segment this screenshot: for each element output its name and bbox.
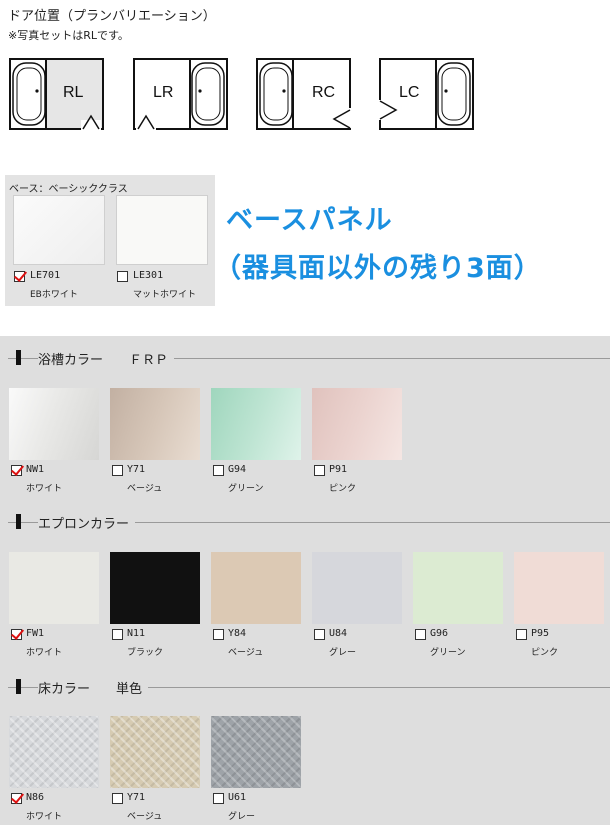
apron-color-label: エプロンカラー	[38, 513, 136, 532]
swatch-g96[interactable]	[413, 552, 503, 624]
swatch-n86[interactable]	[9, 716, 99, 788]
plan-rl-diagram	[9, 58, 104, 131]
name-le301: マットホワイト	[133, 290, 197, 300]
code-n86: N86	[26, 792, 45, 803]
swatch-p91[interactable]	[312, 388, 402, 460]
checkbox-y71-floor[interactable]	[112, 793, 123, 804]
code-u61: U61	[228, 792, 247, 803]
checkbox-g96[interactable]	[415, 629, 426, 640]
name-y71-tub: ベージュ	[127, 484, 163, 494]
name-nw1: ホワイト	[26, 484, 63, 494]
section-marker	[16, 679, 21, 694]
section-marker	[16, 350, 21, 365]
checkbox-g94[interactable]	[213, 465, 224, 476]
floor-color-header: 床カラー 単色	[8, 677, 610, 697]
checkbox-le701[interactable]	[14, 271, 25, 282]
code-y71-floor: Y71	[127, 792, 146, 803]
checkbox-nw1[interactable]	[11, 465, 22, 476]
plan-rc: RC	[256, 58, 352, 130]
swatch-le701[interactable]	[13, 195, 105, 265]
checkbox-y71-tub[interactable]	[112, 465, 123, 476]
code-le701: LE701	[30, 270, 61, 281]
checkbox-fw1[interactable]	[11, 629, 22, 640]
code-n11: N11	[127, 628, 146, 639]
code-g94: G94	[228, 464, 247, 475]
base-class-label: ベース：ベーシッククラス	[9, 184, 128, 195]
apron-color-header: エプロンカラー	[8, 512, 610, 532]
swatch-y71-floor[interactable]	[110, 716, 200, 788]
plan-lr: LR	[133, 58, 228, 131]
code-nw1: NW1	[26, 464, 45, 475]
swatch-y84[interactable]	[211, 552, 301, 624]
name-n86: ホワイト	[26, 812, 63, 822]
name-p95: ピンク	[531, 648, 559, 658]
swatch-y71-tub[interactable]	[110, 388, 200, 460]
plan-lc: LC	[378, 58, 474, 130]
swatch-fw1[interactable]	[9, 552, 99, 624]
code-fw1: FW1	[26, 628, 45, 639]
checkbox-n11[interactable]	[112, 629, 123, 640]
door-position-note: ※写真セットはRLです。	[8, 29, 129, 42]
name-g96: グリーン	[430, 648, 466, 658]
code-y71-tub: Y71	[127, 464, 146, 475]
plan-lc-label: LC	[399, 84, 420, 101]
code-le301: LE301	[133, 270, 164, 281]
checkbox-y84[interactable]	[213, 629, 224, 640]
plan-lc-diagram	[378, 58, 474, 130]
name-u84: グレー	[329, 648, 357, 658]
code-u84: U84	[329, 628, 348, 639]
checkbox-p95[interactable]	[516, 629, 527, 640]
plan-rl-label: RL	[63, 84, 84, 101]
swatch-u61[interactable]	[211, 716, 301, 788]
floor-color-label: 床カラー 単色	[38, 678, 149, 697]
name-n11: ブラック	[127, 648, 164, 658]
name-fw1: ホワイト	[26, 648, 63, 658]
swatch-u84[interactable]	[312, 552, 402, 624]
plan-rl: RL	[9, 58, 104, 131]
name-u61: グレー	[228, 812, 256, 822]
plan-rc-label: RC	[312, 84, 336, 101]
plan-lr-label: LR	[153, 84, 174, 101]
door-position-title: ドア位置（プランバリエーション）	[8, 9, 216, 24]
code-g96: G96	[430, 628, 449, 639]
swatch-n11[interactable]	[110, 552, 200, 624]
checkbox-u61[interactable]	[213, 793, 224, 804]
swatch-p95[interactable]	[514, 552, 604, 624]
name-le701: EBホワイト	[30, 290, 78, 300]
plan-lr-diagram	[133, 58, 228, 131]
tub-color-label: 浴槽カラー ＦＲＰ	[38, 349, 175, 368]
section-marker	[16, 514, 21, 529]
swatch-nw1[interactable]	[9, 388, 99, 460]
code-p95: P95	[531, 628, 550, 639]
plan-rc-diagram	[256, 58, 352, 130]
name-y71-floor: ベージュ	[127, 812, 163, 822]
base-panel-subheading: （器具面以外の残り3面）	[214, 253, 542, 284]
base-panel-heading: ベースパネル	[226, 205, 393, 236]
swatch-le301[interactable]	[116, 195, 208, 265]
name-g94: グリーン	[228, 484, 264, 494]
checkbox-u84[interactable]	[314, 629, 325, 640]
checkbox-n86[interactable]	[11, 793, 22, 804]
name-p91: ピンク	[329, 484, 357, 494]
checkbox-le301[interactable]	[117, 271, 128, 282]
code-p91: P91	[329, 464, 348, 475]
code-y84: Y84	[228, 628, 247, 639]
tub-color-header: 浴槽カラー ＦＲＰ	[8, 348, 610, 368]
checkbox-p91[interactable]	[314, 465, 325, 476]
name-y84: ベージュ	[228, 648, 264, 658]
swatch-g94[interactable]	[211, 388, 301, 460]
